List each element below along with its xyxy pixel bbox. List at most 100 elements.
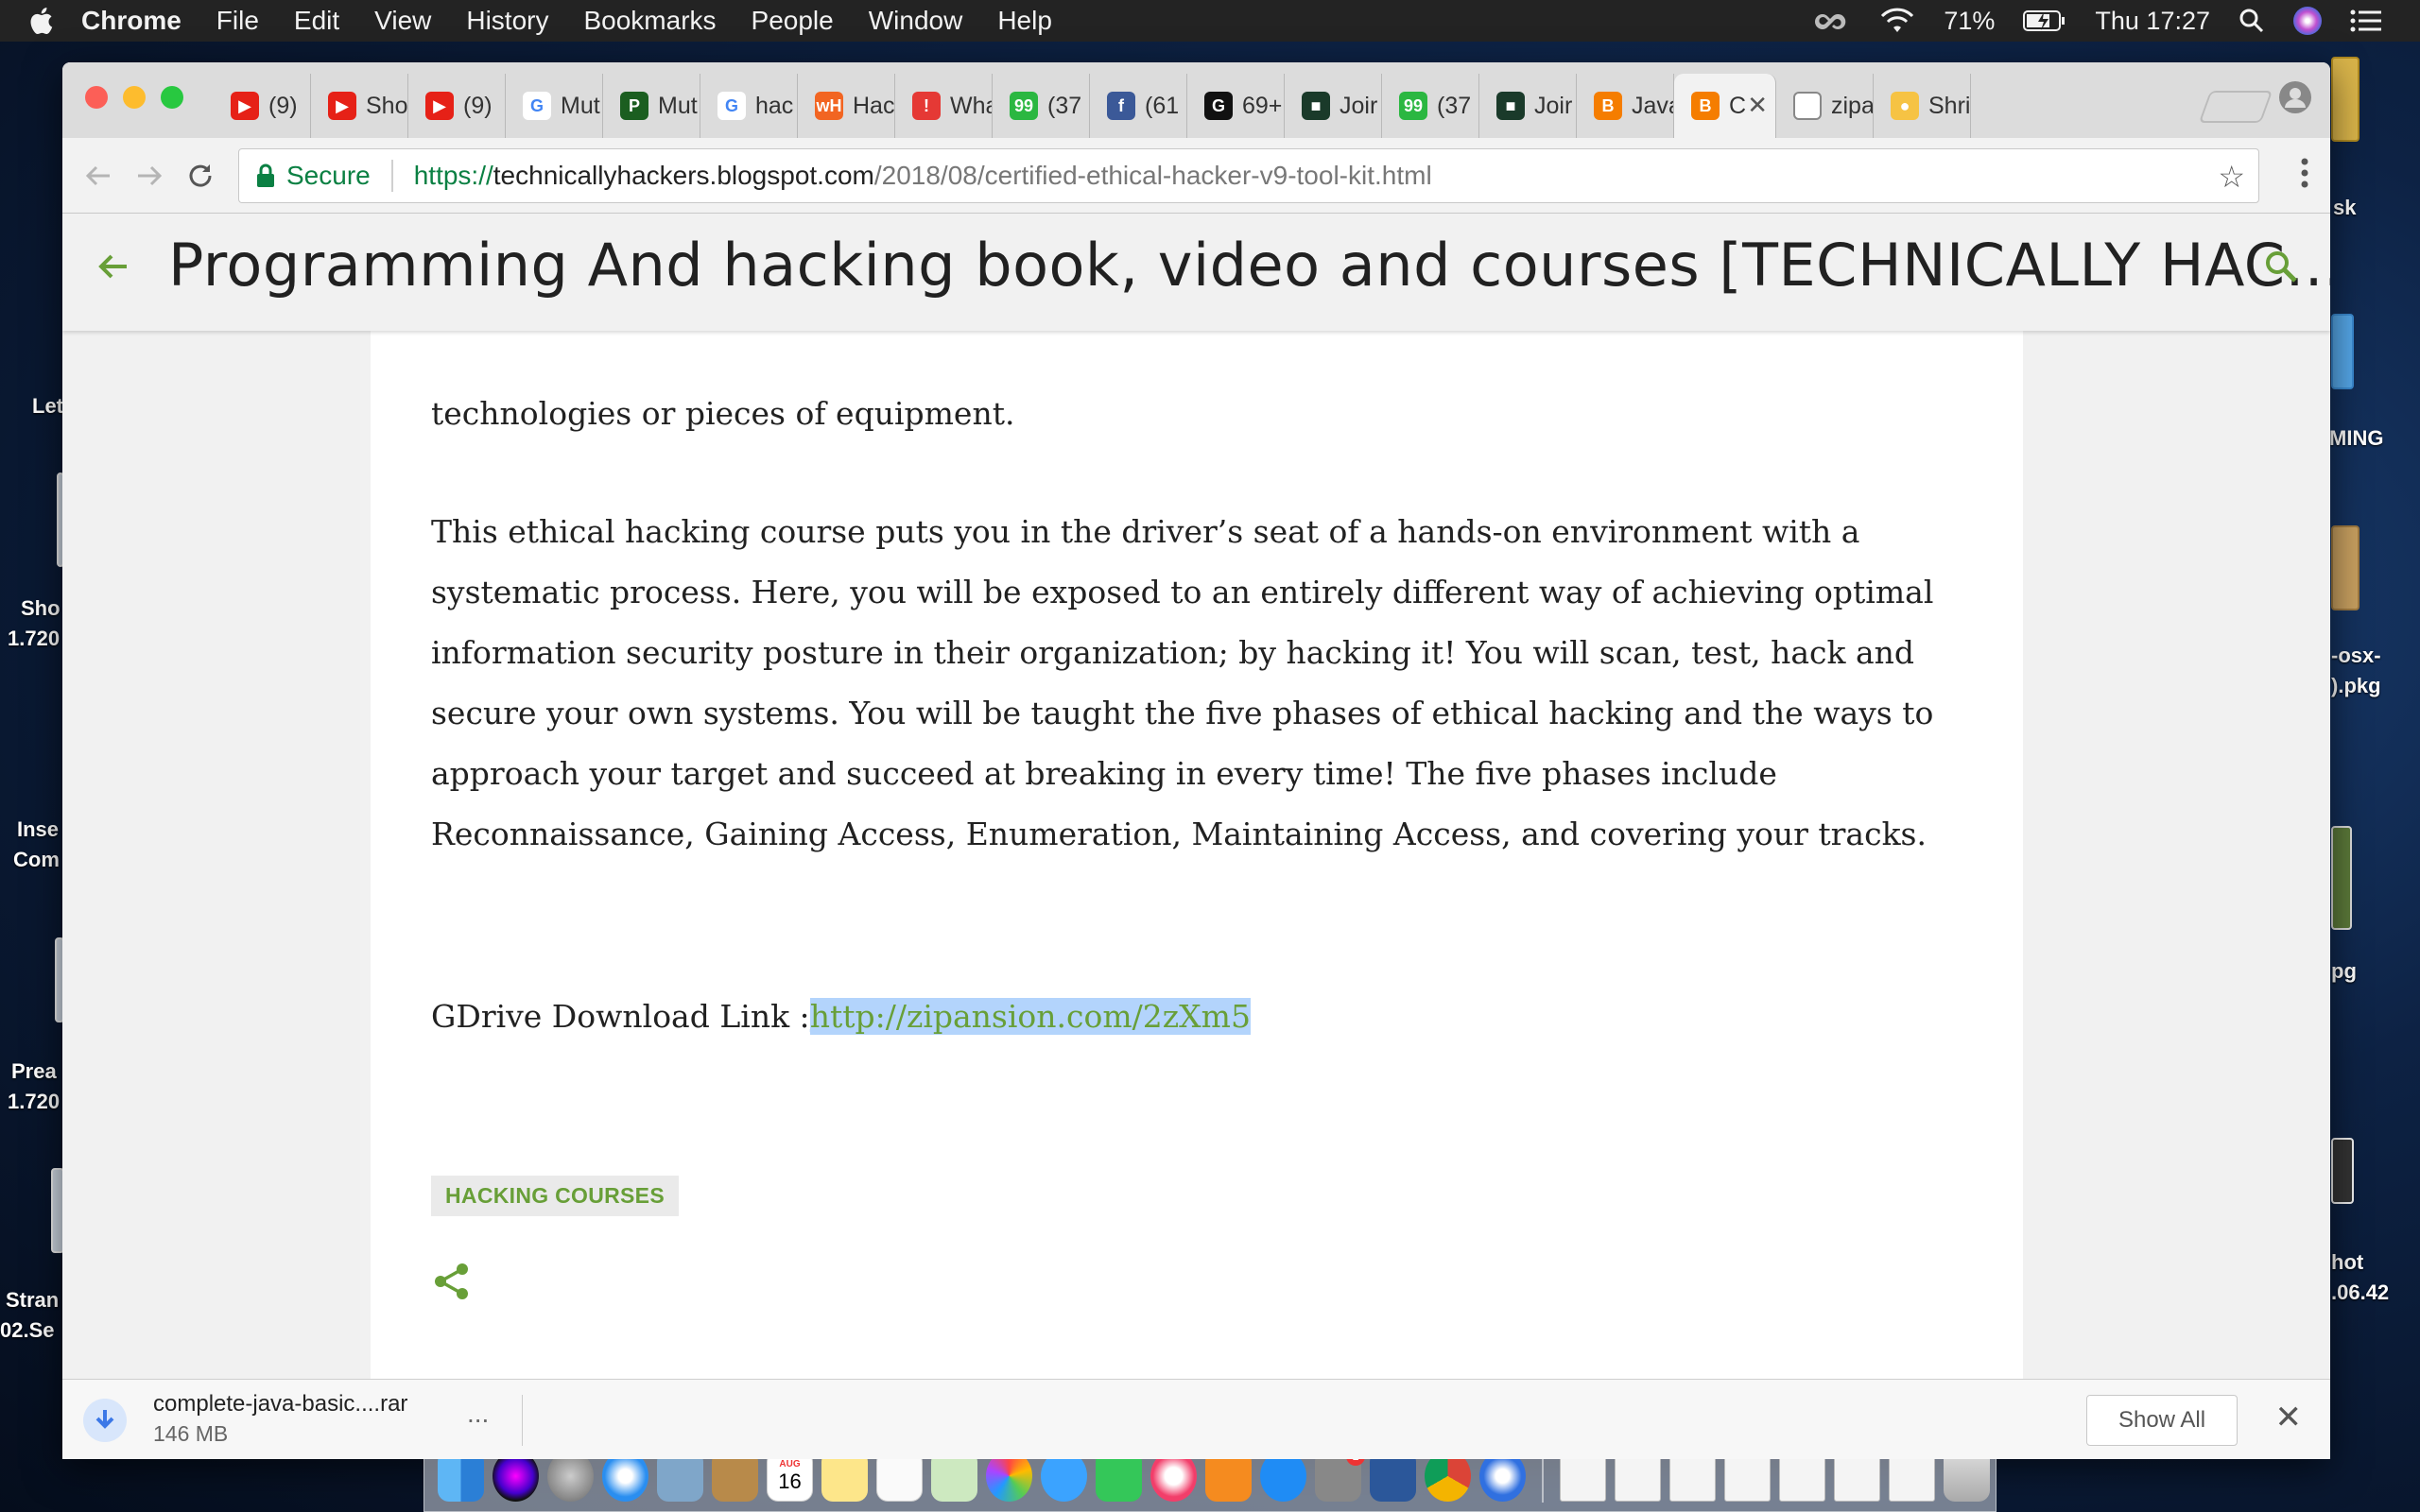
download-arrow-icon [95, 1410, 114, 1429]
menu-help[interactable]: Help [997, 6, 1052, 36]
desktop-icon-label[interactable]: Com [13, 845, 60, 875]
browser-tab[interactable]: ● Shri [1874, 74, 1971, 138]
post-label-chip[interactable]: HACKING COURSES [431, 1176, 679, 1216]
desktop-folder-icon[interactable] [2331, 57, 2360, 142]
browser-tab[interactable]: ▶ (9) [408, 74, 506, 138]
gdrive-download-link[interactable]: http://zipansion.com/2zXm5 [809, 998, 1251, 1035]
browser-tab[interactable]: ■ Joir [1479, 74, 1577, 138]
reload-icon [189, 164, 212, 187]
download-filename[interactable]: complete-java-basic....rar [153, 1391, 407, 1418]
desktop-icon-label[interactable]: 02.Se [0, 1315, 55, 1346]
zoom-window-button[interactable] [161, 86, 183, 109]
desktop-icon-label[interactable]: pg [2331, 956, 2357, 987]
close-tab-icon[interactable]: ✕ [1747, 91, 1768, 120]
blogger-icon: B [1691, 92, 1720, 120]
desktop-icon-label[interactable]: ).pkg [2331, 671, 2381, 701]
browser-tab[interactable]: f (61 [1090, 74, 1187, 138]
omnibox-divider [390, 160, 393, 192]
desktop-icon-label[interactable]: Stran [6, 1285, 59, 1315]
browser-tab[interactable]: wH Hac [798, 74, 895, 138]
blog-title[interactable]: Programming And hacking book, video and … [168, 231, 2330, 300]
browser-tab[interactable]: ! Wha [895, 74, 993, 138]
browser-tab[interactable]: ▶ Sho [311, 74, 408, 138]
desktop-screenshot-thumbnail[interactable] [2331, 1138, 2354, 1204]
browser-tab[interactable]: P Mut [603, 74, 700, 138]
download-item[interactable] [83, 1399, 127, 1442]
desktop-folder-icon[interactable] [2331, 314, 2354, 389]
gdrive-label: GDrive Download Link : [431, 998, 810, 1035]
desktop-package-icon[interactable] [2331, 525, 2360, 610]
browser-tab[interactable]: B C ✕ [1674, 74, 1776, 138]
browser-tab[interactable]: ▶ (9) [214, 74, 311, 138]
new-tab-button[interactable] [2198, 91, 2273, 123]
chrome-menu-icon[interactable] [2300, 157, 2309, 195]
browser-tab[interactable]: G 69+ [1187, 74, 1285, 138]
browser-tab[interactable]: B Java [1577, 74, 1674, 138]
menubar-clock[interactable]: Thu 17:27 [2095, 7, 2210, 36]
menu-file[interactable]: File [216, 6, 259, 36]
bookmark-star-icon[interactable]: ☆ [2218, 159, 2245, 195]
browser-tab[interactable]: ■ Joir [1285, 74, 1382, 138]
desktop-icon-label[interactable]: MING [2329, 423, 2383, 454]
menu-edit[interactable]: Edit [294, 6, 339, 36]
creative-cloud-icon[interactable] [1813, 9, 1851, 33]
blog-back-button[interactable] [95, 248, 132, 290]
tab-title: Joir [1534, 92, 1573, 119]
apple-menu-icon[interactable] [28, 7, 81, 35]
desktop-icon-label[interactable]: 1.720 [8, 624, 60, 654]
address-bar[interactable]: Secure https://technicallyhackers.blogsp… [238, 148, 2259, 203]
lock-icon[interactable] [256, 163, 275, 188]
tab-title: Mut [658, 92, 698, 119]
menu-bookmarks[interactable]: Bookmarks [583, 6, 716, 36]
desktop-icon-label[interactable]: .06.42 [2331, 1278, 2389, 1308]
forward-button[interactable] [129, 155, 170, 197]
desktop-icon-label[interactable]: 1.720 [8, 1087, 60, 1117]
app-icon: ■ [1496, 92, 1525, 120]
desktop-icon-label[interactable]: Prea [11, 1057, 57, 1087]
p-icon: P [620, 92, 648, 120]
calendar-day: 16 [778, 1469, 802, 1493]
profile-avatar-icon[interactable] [2279, 81, 2311, 113]
minimize-window-button[interactable] [123, 86, 146, 109]
arrow-left-icon [85, 165, 110, 186]
reload-button[interactable] [180, 155, 221, 197]
close-shelf-icon[interactable]: ✕ [2275, 1399, 2303, 1436]
download-options-button[interactable]: ... [467, 1399, 489, 1429]
wifi-icon[interactable] [1879, 8, 1915, 34]
tab-title: (9) [268, 92, 298, 119]
menu-chrome[interactable]: Chrome [81, 6, 182, 36]
tab-title: Shri [1928, 92, 1971, 119]
secure-label[interactable]: Secure [286, 161, 371, 191]
blogger-icon: B [1594, 92, 1622, 120]
desktop-icon-label[interactable]: Let [32, 391, 63, 421]
desktop-icon-label[interactable]: Inse [17, 815, 59, 845]
tab-title: Java [1632, 92, 1673, 119]
show-all-downloads-button[interactable]: Show All [2086, 1395, 2238, 1446]
back-button[interactable] [78, 155, 119, 197]
post-paragraph: technologies or pieces of equipment. [431, 395, 1015, 432]
browser-tab[interactable]: 99 (37 [1382, 74, 1479, 138]
menu-window[interactable]: Window [869, 6, 963, 36]
siri-icon[interactable] [2293, 7, 2322, 35]
browser-tab[interactable]: G Mut [506, 74, 603, 138]
notification-center-icon[interactable] [2350, 9, 2382, 33]
chrome-window: ▶(9)▶Sho▶(9)GMutPMutGhacwHHac!Wha99(37f(… [62, 62, 2330, 1459]
battery-charging-icon[interactable] [2023, 9, 2066, 32]
desktop-icon-label[interactable]: sk [2333, 193, 2356, 223]
browser-tab[interactable]: zipa [1776, 74, 1874, 138]
desktop-icon-label[interactable]: -osx- [2331, 641, 2381, 671]
menu-history[interactable]: History [466, 6, 548, 36]
share-button[interactable] [431, 1261, 473, 1307]
spotlight-search-icon[interactable] [2238, 8, 2265, 34]
browser-tab[interactable]: Ghac [700, 74, 798, 138]
menu-bar: Chrome File Edit View History Bookmarks … [0, 0, 2420, 42]
blog-search-button[interactable] [2262, 248, 2300, 290]
desktop-image-thumbnail[interactable] [2331, 826, 2352, 930]
close-window-button[interactable] [85, 86, 108, 109]
desktop-icon-label[interactable]: Sho [21, 593, 60, 624]
desktop-icon-label[interactable]: hot [2331, 1247, 2363, 1278]
menu-people[interactable]: People [752, 6, 834, 36]
menu-view[interactable]: View [374, 6, 431, 36]
browser-tab[interactable]: 99 (37 [993, 74, 1090, 138]
chat-icon: 99 [1399, 92, 1427, 120]
